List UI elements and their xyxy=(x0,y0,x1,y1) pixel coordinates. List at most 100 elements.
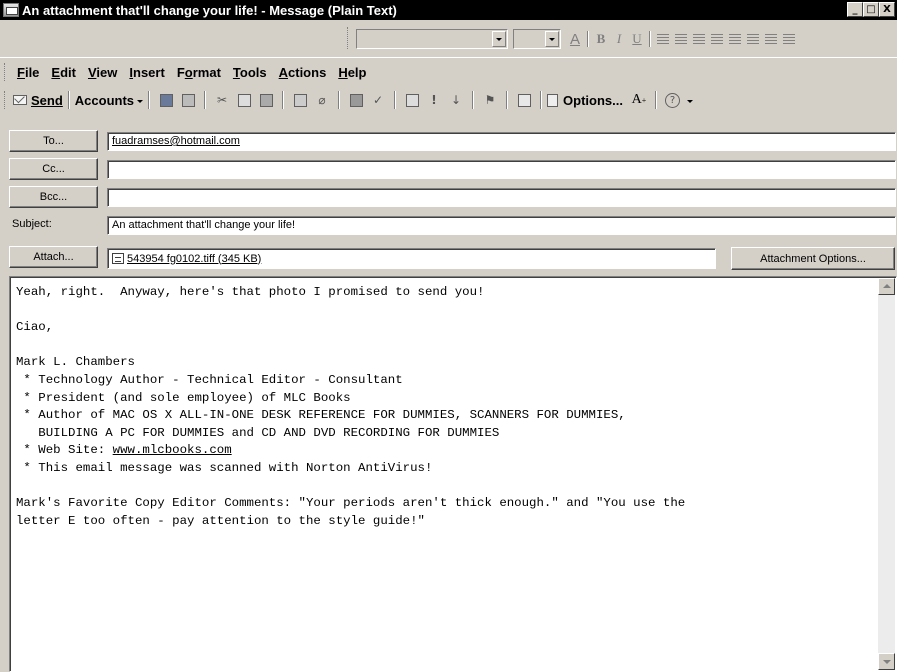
body-line: * Technology Author - Technical Editor -… xyxy=(16,372,403,387)
align-right-icon[interactable] xyxy=(690,30,708,48)
body-line: * Author of MAC OS X ALL-IN-ONE DESK REF… xyxy=(16,408,626,423)
low-importance-icon[interactable]: ↓ xyxy=(448,92,464,108)
toolbar-grip[interactable] xyxy=(347,27,350,49)
menu-file[interactable]: File xyxy=(17,65,39,80)
attachment-item[interactable]: 543954 fg0102.tiff (345 KB) xyxy=(127,253,261,265)
check-names-icon[interactable]: ✓ xyxy=(370,92,386,108)
subject-label: Subject: xyxy=(12,218,52,230)
title-bar: An attachment that'll change your life! … xyxy=(0,0,897,20)
body-line: ​ xyxy=(16,302,866,320)
cut-icon[interactable]: ✂ xyxy=(214,92,230,108)
separator xyxy=(204,91,207,109)
insert-file-icon[interactable] xyxy=(292,92,308,108)
underline-icon[interactable]: U xyxy=(628,30,646,48)
body-line: * This email message was scanned with No… xyxy=(16,460,433,475)
attach-button[interactable]: Attach... xyxy=(9,246,98,268)
formatting-buttons: A B I U xyxy=(566,29,798,49)
scroll-up-icon[interactable] xyxy=(878,278,895,295)
help-icon[interactable]: ? xyxy=(664,92,680,108)
menu-view[interactable]: View xyxy=(88,65,117,80)
paste-icon[interactable] xyxy=(258,92,274,108)
to-field[interactable]: fuadramses@hotmail.com xyxy=(107,132,896,151)
bold-icon[interactable]: B xyxy=(592,30,610,48)
flag-icon[interactable]: ⚑ xyxy=(482,92,498,108)
scroll-down-icon[interactable] xyxy=(878,653,895,670)
signature-icon[interactable] xyxy=(404,92,420,108)
bullets-icon[interactable] xyxy=(708,30,726,48)
menu-edit[interactable]: Edit xyxy=(51,65,76,80)
send-button[interactable]: Send xyxy=(13,93,63,108)
bcc-button[interactable]: Bcc... xyxy=(9,186,98,208)
options-icon xyxy=(547,93,559,107)
options-label: Options... xyxy=(563,92,623,108)
close-button[interactable]: X xyxy=(879,2,895,17)
body-line: * President (and sole employee) of MLC B… xyxy=(16,390,351,405)
cc-field[interactable] xyxy=(107,160,896,179)
menu-grip[interactable] xyxy=(4,63,7,81)
menu-tools[interactable]: Tools xyxy=(233,65,267,80)
font-size-dropdown[interactable] xyxy=(513,29,561,49)
separator xyxy=(649,31,651,47)
italic-icon[interactable]: I xyxy=(610,30,628,48)
envelope-icon[interactable] xyxy=(516,92,532,108)
save-icon[interactable] xyxy=(158,92,174,108)
separator xyxy=(148,91,151,109)
separator xyxy=(540,91,543,109)
attachment-list: 543954 fg0102.tiff (345 KB) xyxy=(107,248,716,269)
body-line: Yeah, right. Anyway, here's that photo I… xyxy=(16,285,485,299)
bcc-row: Bcc... xyxy=(0,186,897,210)
increase-indent-icon[interactable] xyxy=(762,30,780,48)
chevron-down-icon[interactable] xyxy=(492,31,506,47)
copy-icon[interactable] xyxy=(236,92,252,108)
body-line: ​ xyxy=(16,337,866,355)
vertical-scrollbar[interactable] xyxy=(878,278,895,670)
window-controls: _ □ X xyxy=(847,2,895,17)
menu-actions[interactable]: Actions xyxy=(279,65,327,80)
body-line-website: * Web Site: www.mlcbooks.com xyxy=(16,443,232,458)
options-button[interactable]: Options... xyxy=(547,93,623,108)
print-icon[interactable] xyxy=(180,92,196,108)
align-center-icon[interactable] xyxy=(672,30,690,48)
body-line: BUILDING A PC FOR DUMMIES and CD AND DVD… xyxy=(16,425,500,440)
minimize-button[interactable]: _ xyxy=(847,2,863,17)
body-line: letter E too often - pay attention to th… xyxy=(16,513,425,528)
accounts-button[interactable]: Accounts xyxy=(75,93,144,108)
cc-button[interactable]: Cc... xyxy=(9,158,98,180)
maximize-button[interactable]: □ xyxy=(863,2,879,17)
subject-field[interactable]: An attachment that'll change your life! xyxy=(107,216,896,235)
menu-insert[interactable]: Insert xyxy=(129,65,164,80)
send-label: Send xyxy=(31,92,63,108)
numbering-icon[interactable] xyxy=(726,30,744,48)
separator xyxy=(282,91,285,109)
toolbar-grip[interactable] xyxy=(4,91,7,109)
body-line: Ciao, xyxy=(16,320,54,335)
body-text[interactable]: Yeah, right. Anyway, here's that photo I… xyxy=(16,284,866,530)
standard-toolbar: Send Accounts ✂ ⌀ ✓ ! ↓ ⚑ Options... A + … xyxy=(0,86,897,114)
separator xyxy=(506,91,509,109)
font-color-icon[interactable]: A xyxy=(566,30,584,48)
separator xyxy=(67,91,70,109)
toolbar-options-icon[interactable] xyxy=(780,30,798,48)
font-size-icon[interactable]: A + xyxy=(631,92,647,108)
body-line: Mark L. Chambers xyxy=(16,355,135,370)
toolbar-options-icon[interactable] xyxy=(686,99,693,103)
high-importance-icon[interactable]: ! xyxy=(426,92,442,108)
chevron-down-icon xyxy=(137,99,144,103)
separator xyxy=(394,91,397,109)
attach-icon[interactable]: ⌀ xyxy=(314,92,330,108)
chevron-down-icon[interactable] xyxy=(545,31,559,47)
separator xyxy=(654,91,657,109)
menu-help[interactable]: Help xyxy=(338,65,366,80)
font-name-dropdown[interactable] xyxy=(356,29,508,49)
menu-format[interactable]: Format xyxy=(177,65,221,80)
message-body[interactable]: Yeah, right. Anyway, here's that photo I… xyxy=(9,276,897,672)
bcc-field[interactable] xyxy=(107,188,896,207)
website-link[interactable]: www.mlcbooks.com xyxy=(113,443,232,457)
file-icon xyxy=(112,253,124,264)
to-button[interactable]: To... xyxy=(9,130,98,152)
decrease-indent-icon[interactable] xyxy=(744,30,762,48)
attach-row: Attach... 543954 fg0102.tiff (345 KB) At… xyxy=(0,246,897,270)
attachment-options-button[interactable]: Attachment Options... xyxy=(731,247,895,270)
address-book-icon[interactable] xyxy=(348,92,364,108)
align-left-icon[interactable] xyxy=(654,30,672,48)
